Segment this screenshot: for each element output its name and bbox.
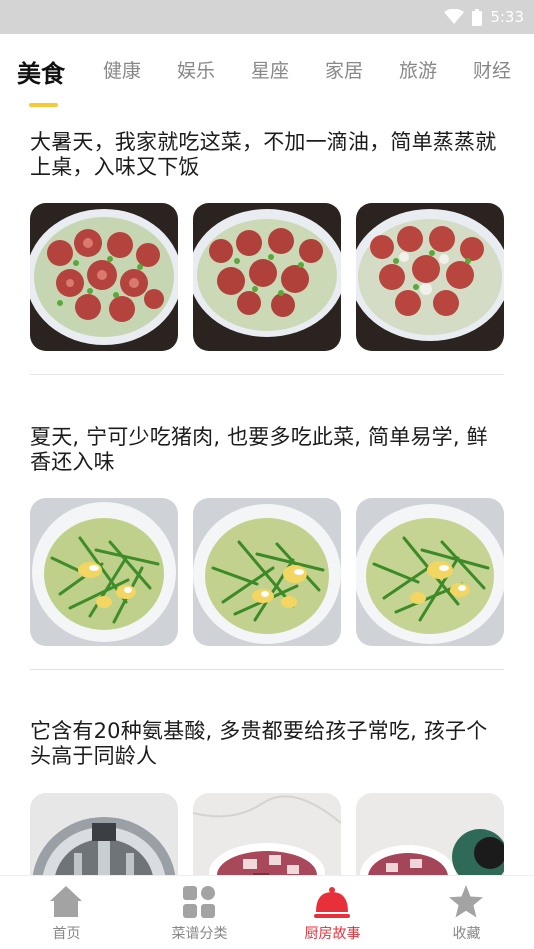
status-bar: 5:33 <box>0 0 534 34</box>
article-thumbnail[interactable] <box>356 793 504 875</box>
article-thumbnail[interactable] <box>193 203 341 351</box>
article-thumbnail[interactable] <box>193 793 341 875</box>
article-card[interactable]: 它含有20种氨基酸, 多贵都要给孩子常吃, 孩子个头高于同龄人 <box>30 719 504 875</box>
article-divider <box>30 374 504 375</box>
tab-health[interactable]: 健康 <box>103 56 141 83</box>
nav-recipe-categories-label: 菜谱分类 <box>171 926 228 942</box>
tab-horoscope[interactable]: 星座 <box>251 56 289 83</box>
article-thumbnail[interactable] <box>30 793 178 875</box>
article-feed[interactable]: 大暑天，我家就吃这菜，不加一滴油，简单蒸蒸就上桌，入味又下饭 夏天, 宁可少吃猪… <box>0 110 534 875</box>
nav-kitchen-stories[interactable]: 厨房故事 <box>266 876 399 949</box>
tab-home[interactable]: 家居 <box>325 56 363 83</box>
cloche-icon <box>314 887 350 918</box>
nav-recipe-categories[interactable]: 菜谱分类 <box>133 876 266 949</box>
nav-favorites-label: 收藏 <box>452 926 481 942</box>
article-title[interactable]: 大暑天，我家就吃这菜，不加一滴油，简单蒸蒸就上桌，入味又下饭 <box>30 130 504 180</box>
article-thumbnail[interactable] <box>193 498 341 646</box>
article-thumbnails <box>30 203 504 351</box>
nav-home[interactable]: 首页 <box>0 876 133 949</box>
status-time: 5:33 <box>490 8 524 26</box>
article-thumbnails <box>30 498 504 646</box>
category-tab-bar: 美食 健康 娱乐 星座 家居 旅游 财经 <box>0 34 534 110</box>
nav-home-label: 首页 <box>52 926 81 942</box>
article-title[interactable]: 夏天, 宁可少吃猪肉, 也要多吃此菜, 简单易学, 鲜香还入味 <box>30 425 504 475</box>
article-thumbnails <box>30 793 504 875</box>
article-card[interactable]: 夏天, 宁可少吃猪肉, 也要多吃此菜, 简单易学, 鲜香还入味 <box>30 425 504 647</box>
wifi-icon <box>444 9 465 24</box>
article-thumbnail[interactable] <box>30 498 178 646</box>
status-icons: 5:33 <box>444 6 524 28</box>
article-thumbnail[interactable] <box>30 203 178 351</box>
bottom-navigation: 首页 菜谱分类 厨房故事 收藏 <box>0 875 534 949</box>
grid-icon <box>183 886 215 918</box>
star-icon <box>449 885 483 918</box>
article-thumbnail[interactable] <box>356 203 504 351</box>
article-divider <box>30 669 504 670</box>
nav-kitchen-stories-label: 厨房故事 <box>304 926 361 942</box>
battery-icon <box>472 8 483 26</box>
article-card[interactable]: 大暑天，我家就吃这菜，不加一滴油，简单蒸蒸就上桌，入味又下饭 <box>30 130 504 352</box>
nav-favorites[interactable]: 收藏 <box>400 876 533 949</box>
tab-travel[interactable]: 旅游 <box>399 56 437 83</box>
tab-food[interactable]: 美食 <box>17 54 65 89</box>
article-title[interactable]: 它含有20种氨基酸, 多贵都要给孩子常吃, 孩子个头高于同龄人 <box>30 719 504 769</box>
article-thumbnail[interactable] <box>356 498 504 646</box>
tab-finance[interactable]: 财经 <box>473 56 511 83</box>
active-tab-indicator <box>29 103 58 107</box>
tab-entertainment[interactable]: 娱乐 <box>177 56 215 83</box>
home-icon <box>50 886 82 917</box>
